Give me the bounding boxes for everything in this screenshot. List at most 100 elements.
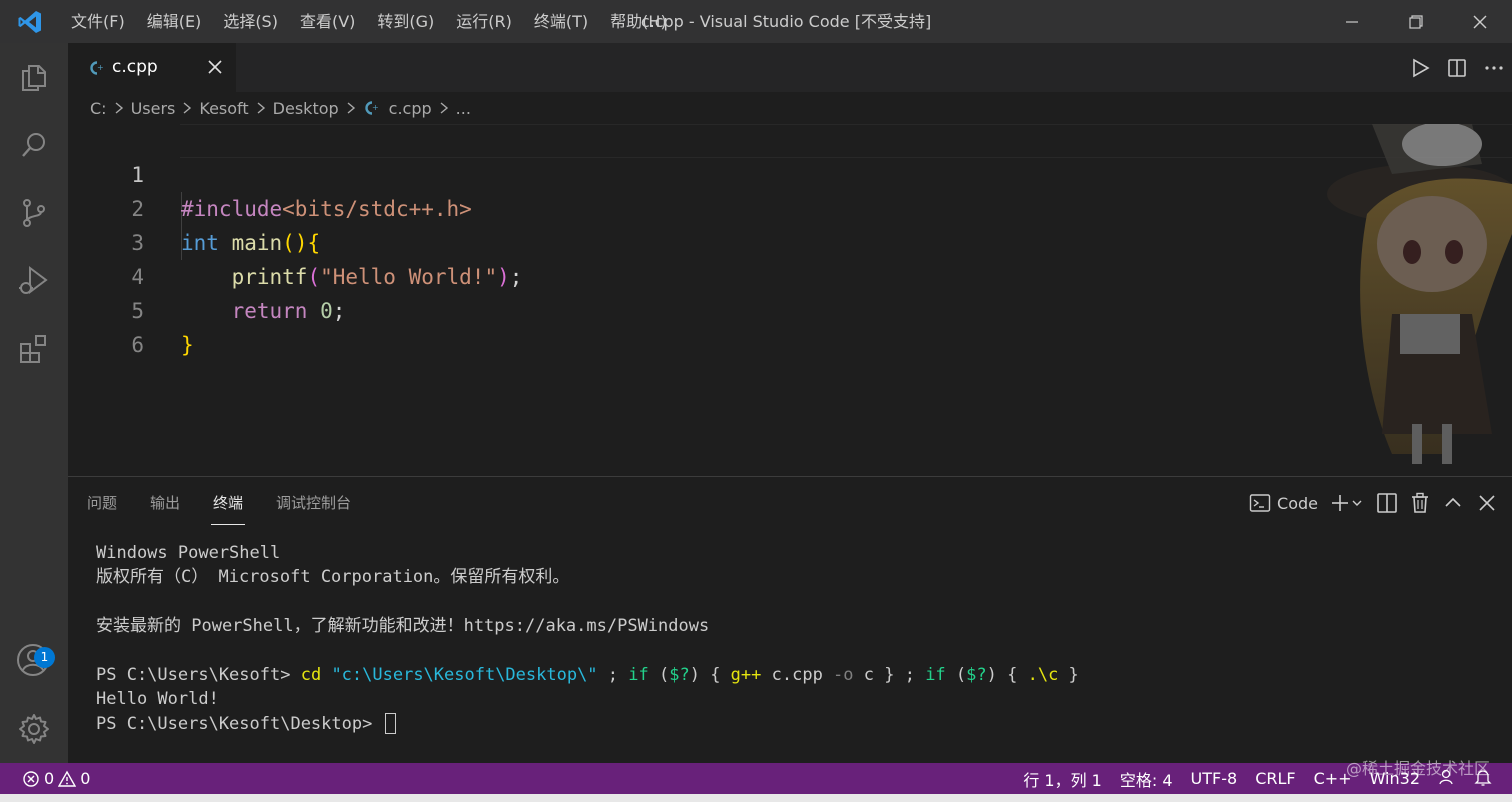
line-ending[interactable]: CRLF [1246, 769, 1304, 788]
vscode-logo-icon [0, 0, 60, 43]
terminal-output[interactable]: Windows PowerShell 版权所有（C） Microsoft Cor… [96, 541, 1079, 736]
cmd-text: } [1058, 664, 1079, 685]
cmd-cd: cd [300, 664, 322, 685]
encoding[interactable]: UTF-8 [1182, 769, 1247, 788]
split-editor-button[interactable] [1438, 43, 1475, 92]
breadcrumb-drive[interactable]: C: [90, 99, 107, 118]
cmd-flag: -o [833, 664, 854, 685]
terminal-command-line: PS C:\Users\Kesoft> cd "c:\Users\Kesoft\… [96, 663, 1079, 687]
play-icon [1412, 58, 1430, 77]
breadcrumb-users[interactable]: Users [131, 99, 176, 118]
tab-c-cpp[interactable]: + c.cpp [68, 43, 236, 92]
menu-edit[interactable]: 编辑(E) [136, 0, 213, 43]
warning-count: 0 [80, 769, 91, 788]
terminal-line: 版权所有（C） Microsoft Corporation。保留所有权利。 [96, 567, 570, 588]
minimize-icon [1346, 20, 1358, 23]
tab-terminal[interactable]: 终端 [211, 477, 246, 529]
source-control-icon[interactable] [0, 179, 68, 247]
cmd-text: ) { [986, 664, 1028, 685]
editor-tab-bar: + c.cpp [68, 43, 1512, 92]
restore-button[interactable] [1384, 0, 1448, 43]
cmd-exe: .\c [1027, 664, 1059, 685]
close-icon [1473, 15, 1487, 28]
token-semicolon: ; [332, 299, 346, 323]
chevron-right-icon [346, 101, 356, 115]
breadcrumb-file[interactable]: c.cpp [389, 99, 432, 118]
tab-output[interactable]: 输出 [150, 477, 180, 529]
terminal-line: Hello World! [96, 689, 219, 710]
run-code-button[interactable] [1401, 43, 1438, 92]
chevron-right-icon [439, 101, 449, 115]
token-paren: () [282, 231, 308, 255]
menu-view[interactable]: 查看(V) [289, 0, 366, 43]
menu-file[interactable]: 文件(F) [60, 0, 136, 43]
terminal-icon [1249, 494, 1271, 512]
search-icon[interactable] [0, 111, 68, 179]
new-terminal-button[interactable] [1330, 477, 1364, 529]
tab-debug-console[interactable]: 调试控制台 [276, 477, 351, 529]
cpp-file-icon: + [88, 60, 106, 80]
window-controls [1320, 0, 1512, 43]
bottom-strip [0, 794, 1512, 802]
error-count: 0 [44, 769, 55, 788]
svg-text:+: + [97, 63, 104, 72]
tab-problems[interactable]: 问题 [87, 477, 117, 529]
error-icon [23, 770, 39, 787]
cmd-text: c } ; [853, 664, 926, 685]
run-debug-icon[interactable] [0, 247, 68, 315]
extensions-icon[interactable] [0, 315, 68, 383]
terminal-line: 安装最新的 PowerShell，了解新功能和改进！https://aka.ms… [96, 616, 710, 637]
terminal-prompt: PS C:\Users\Kesoft> [96, 664, 301, 685]
split-icon [1377, 493, 1397, 513]
settings-gear-icon[interactable] [0, 695, 68, 763]
chevron-right-icon [182, 101, 192, 115]
problems-status[interactable]: 0 0 [0, 763, 94, 794]
line-number: 6 [131, 333, 144, 357]
breadcrumb-kesoft[interactable]: Kesoft [199, 99, 248, 118]
menu-help[interactable]: 帮助(H) [599, 0, 678, 43]
explorer-icon[interactable] [0, 43, 68, 111]
menu-run[interactable]: 运行(R) [445, 0, 523, 43]
menu-bar: 文件(F) 编辑(E) 选择(S) 查看(V) 转到(G) 运行(R) 终端(T… [60, 0, 678, 43]
menu-selection[interactable]: 选择(S) [212, 0, 289, 43]
token-function: printf [231, 265, 308, 289]
menu-terminal[interactable]: 终端(T) [523, 0, 599, 43]
code-line-4: 4 return 0; [68, 226, 345, 323]
svg-text:+: + [372, 103, 379, 112]
title-bar: 文件(F) 编辑(E) 选择(S) 查看(V) 转到(G) 运行(R) 终端(T… [0, 0, 1512, 43]
close-icon [1479, 495, 1495, 511]
code-line-3: 3 printf("Hello World!"); [68, 192, 522, 289]
indentation[interactable]: 空格: 4 [1111, 767, 1182, 791]
background-character-image [1327, 124, 1512, 464]
token-brace: { [307, 231, 321, 255]
tab-close-icon[interactable] [206, 58, 224, 80]
panel-actions: Code [1237, 477, 1498, 529]
token-keyword: return [231, 299, 308, 323]
breadcrumb-desktop[interactable]: Desktop [273, 99, 339, 118]
terminal-profile-selector[interactable]: Code [1249, 477, 1318, 529]
code-line-5: 5 } [68, 260, 193, 357]
accounts-badge: 1 [34, 647, 55, 668]
menu-go[interactable]: 转到(G) [366, 0, 445, 43]
maximize-panel-button[interactable] [1442, 477, 1464, 529]
more-actions-button[interactable] [1475, 43, 1512, 92]
close-panel-button[interactable] [1476, 477, 1498, 529]
ellipsis-icon [1484, 65, 1503, 70]
token-number: 0 [320, 299, 333, 323]
cursor-position[interactable]: 行 1，列 1 [1014, 767, 1111, 791]
close-window-button[interactable] [1448, 0, 1512, 43]
cmd-if: if [628, 664, 649, 685]
split-terminal-button[interactable] [1376, 477, 1398, 529]
code-line-6: 6 [68, 294, 144, 357]
cmd-gpp: g++ [730, 664, 762, 685]
cmd-text: ; [597, 664, 629, 685]
accounts-icon[interactable]: 1 [0, 627, 68, 695]
terminal-line: Windows PowerShell [96, 543, 281, 563]
breadcrumb-symbols[interactable]: ... [456, 99, 471, 118]
terminal-cursor [384, 713, 396, 735]
trash-icon [1412, 492, 1428, 513]
minimize-button[interactable] [1320, 0, 1384, 43]
kill-terminal-button[interactable] [1410, 477, 1430, 529]
